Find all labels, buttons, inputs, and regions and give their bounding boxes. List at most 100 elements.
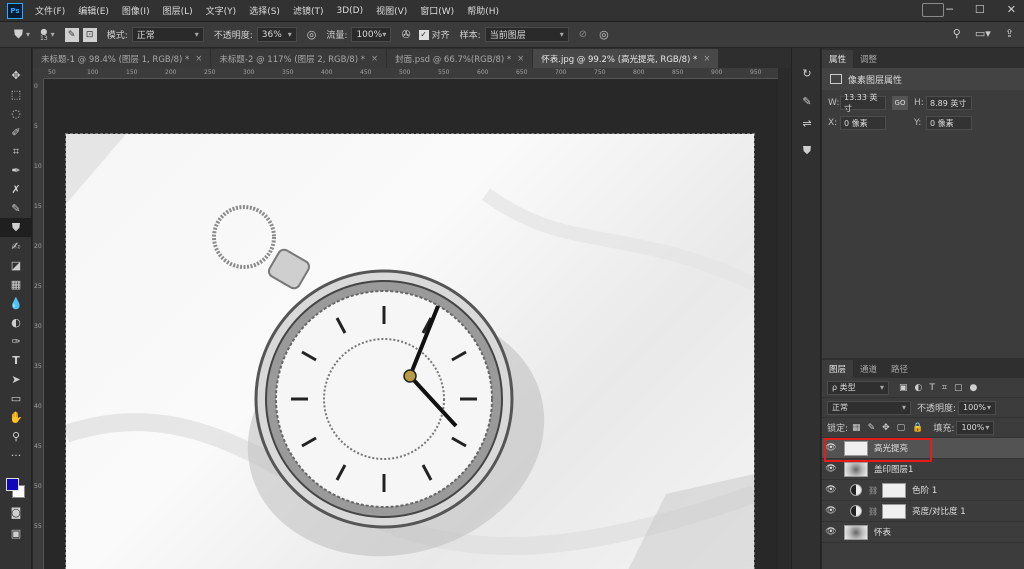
fill-field[interactable]: 100% ▾ <box>956 420 995 435</box>
healing-tool-icon[interactable]: ✗ <box>0 180 32 199</box>
toggle-clone-source-icon[interactable]: ⊡ <box>82 27 97 42</box>
minimize-icon[interactable]: ─ <box>946 3 953 16</box>
shape-tool-icon[interactable]: ▭ <box>0 389 32 408</box>
width-field[interactable]: 13.33 英寸 <box>840 93 886 113</box>
menu-file[interactable]: 文件(F) <box>35 4 65 17</box>
lock-transparent-icon[interactable]: ▦ <box>852 423 861 433</box>
link-dimensions-icon[interactable]: GO <box>892 96 908 110</box>
screen-mode-icon[interactable]: ▣ <box>0 524 32 543</box>
menu-image[interactable]: 图像(I) <box>122 4 150 17</box>
toggle-brush-panel-icon[interactable]: ✎ <box>64 27 79 42</box>
height-field[interactable]: 8.89 英寸 <box>926 96 972 110</box>
layer-row[interactable]: 👁 ⛓ 色阶 1 <box>822 480 1024 501</box>
tab-layers[interactable]: 图层 <box>822 360 854 378</box>
menu-filter[interactable]: 滤镜(T) <box>293 4 324 17</box>
align-checkbox[interactable]: ✓ 对齐 <box>418 28 450 41</box>
opacity-field[interactable]: 36% ▾ <box>256 27 297 42</box>
brush-tool-icon[interactable]: ✎ <box>0 199 32 218</box>
mode-select[interactable]: 正常 ▾ <box>131 27 204 42</box>
eyedropper-tool-icon[interactable]: ✒ <box>0 161 32 180</box>
tab-paths[interactable]: 路径 <box>884 360 915 378</box>
tab-pocket-watch[interactable]: 怀表.jpg @ 99.2% (高光提亮, RGB/8) * × <box>533 49 719 68</box>
blur-tool-icon[interactable]: 💧 <box>0 294 32 313</box>
close-tab-icon[interactable]: × <box>371 54 378 64</box>
pressure-opacity-icon[interactable]: ◎ <box>307 28 317 41</box>
tab-properties[interactable]: 属性 <box>822 50 854 68</box>
document-canvas[interactable] <box>63 133 758 569</box>
filter-adjustment-icon[interactable]: ◐ <box>915 383 923 393</box>
layer-filter-select[interactable]: ρ 类型 ▾ <box>827 380 889 395</box>
pen-tool-icon[interactable]: ✑ <box>0 332 32 351</box>
eye-icon[interactable]: 👁 <box>822 527 840 537</box>
menu-type[interactable]: 文字(Y) <box>206 4 237 17</box>
tool-preset-picker[interactable]: ⛊ ▾ <box>14 27 30 42</box>
canvas-area[interactable] <box>44 79 778 569</box>
eye-icon[interactable]: 👁 <box>822 485 840 495</box>
menu-window[interactable]: 窗口(W) <box>420 4 454 17</box>
edit-toolbar-icon[interactable]: ··· <box>0 446 32 465</box>
chain-link-icon[interactable]: ⛓ <box>868 486 878 495</box>
ignore-adjustment-icon[interactable]: ⊘ <box>579 29 587 40</box>
menu-help[interactable]: 帮助(H) <box>467 4 499 17</box>
menu-select[interactable]: 选择(S) <box>249 4 280 17</box>
layer-row[interactable]: 👁 ⛓ 亮度/对比度 1 <box>822 501 1024 522</box>
flow-field[interactable]: 100% ▾ <box>351 27 392 42</box>
menu-edit[interactable]: 编辑(E) <box>78 4 109 17</box>
marquee-tool-icon[interactable]: ⬚ <box>0 85 32 104</box>
quick-mask-icon[interactable]: ◙ <box>0 503 32 522</box>
vertical-ruler[interactable]: 0 5 10 15 20 25 30 35 40 45 50 55 <box>33 79 44 569</box>
search-icon[interactable]: ⚲ <box>953 27 961 40</box>
tab-adjustments[interactable]: 调整 <box>853 50 884 68</box>
layer-row[interactable]: 👁 高光提亮 <box>822 438 1024 462</box>
share-export-icon[interactable]: ⇪ <box>1005 27 1014 40</box>
menu-view[interactable]: 视图(V) <box>376 4 407 17</box>
layer-row[interactable]: 👁 怀表 <box>822 522 1024 543</box>
tab-channels[interactable]: 通道 <box>853 360 884 378</box>
brush-settings-icon[interactable]: ✎ <box>792 90 822 112</box>
ruler-origin[interactable] <box>33 68 44 79</box>
lock-all-icon[interactable]: 🔒 <box>912 423 923 433</box>
brush-picker[interactable]: ● 13 ▾ <box>40 27 55 42</box>
close-tab-icon[interactable]: × <box>517 54 524 64</box>
path-select-tool-icon[interactable]: ➤ <box>0 370 32 389</box>
eye-icon[interactable]: 👁 <box>822 506 840 516</box>
airbrush-icon[interactable]: ✇ <box>401 28 410 41</box>
lasso-tool-icon[interactable]: ◌ <box>0 104 32 123</box>
blend-mode-select[interactable]: 正常 ▾ <box>827 400 911 415</box>
filter-type-icon[interactable]: T <box>929 383 935 393</box>
eye-icon[interactable]: 👁 <box>822 464 840 474</box>
filter-shape-icon[interactable]: ⌗ <box>942 383 947 393</box>
lock-pixels-icon[interactable]: ✎ <box>868 423 876 433</box>
dodge-tool-icon[interactable]: ◐ <box>0 313 32 332</box>
close-tab-icon[interactable]: × <box>195 54 202 64</box>
hand-tool-icon[interactable]: ✋ <box>0 408 32 427</box>
adjust-icon[interactable]: ⇌ <box>792 112 822 134</box>
maximize-icon[interactable]: ☐ <box>975 3 985 16</box>
clone-source-icon[interactable]: ⛊ <box>792 140 822 162</box>
vertical-scrollbar[interactable] <box>778 68 791 569</box>
foreground-color-swatch[interactable] <box>6 478 19 491</box>
layer-opacity-field[interactable]: 100% ▾ <box>958 400 997 415</box>
chain-link-icon[interactable]: ⛓ <box>868 507 878 516</box>
x-field[interactable]: 0 像素 <box>840 116 886 130</box>
gradient-tool-icon[interactable]: ▦ <box>0 275 32 294</box>
horizontal-ruler[interactable]: 50 100 150 200 250 300 350 400 450 500 550 600 650 70… <box>44 68 778 79</box>
lock-position-icon[interactable]: ✥ <box>882 423 890 433</box>
photoshop-logo[interactable]: Ps <box>7 2 23 19</box>
lock-artboard-icon[interactable]: ▢ <box>897 423 906 433</box>
move-tool-icon[interactable]: ✥ <box>0 66 32 85</box>
workspace-icon[interactable]: ▭▾ <box>975 27 991 40</box>
filter-pixel-icon[interactable]: ▣ <box>899 383 908 393</box>
close-tab-icon[interactable]: × <box>703 54 710 64</box>
close-icon[interactable]: ✕ <box>1007 3 1016 16</box>
menu-3d[interactable]: 3D(D) <box>336 6 363 16</box>
menu-layer[interactable]: 图层(L) <box>163 4 193 17</box>
history-panel-icon[interactable]: ↻ <box>792 62 822 84</box>
layer-row[interactable]: 👁 盖印图层1 <box>822 459 1024 480</box>
filter-toggle-icon[interactable]: ● <box>969 383 977 393</box>
quick-select-tool-icon[interactable]: ✐ <box>0 123 32 142</box>
filter-smart-object-icon[interactable]: ▢ <box>954 383 963 393</box>
share-icon[interactable] <box>922 3 944 17</box>
crop-tool-icon[interactable]: ⌗ <box>0 142 32 161</box>
tab-untitled-2[interactable]: 未标题-2 @ 117% (图层 2, RGB/8) * × <box>211 49 387 68</box>
